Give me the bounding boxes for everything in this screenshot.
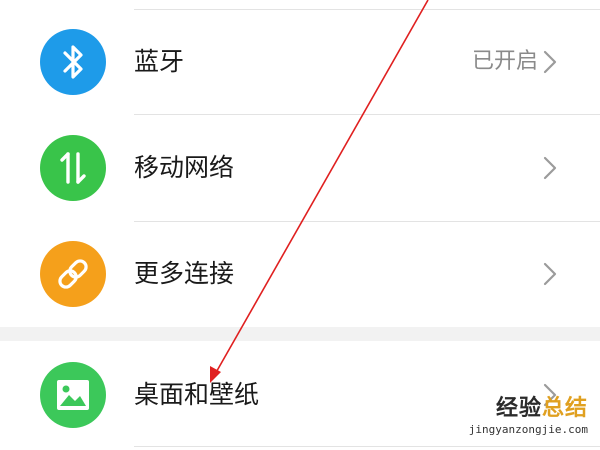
- chevron-right-icon: [543, 262, 557, 286]
- watermark: 经验总结 jingyanzongjie.com: [458, 396, 588, 442]
- desktop-wallpaper-label: 桌面和壁纸: [134, 380, 260, 409]
- more-connections-label: 更多连接: [134, 259, 235, 288]
- bluetooth-label: 蓝牙: [134, 47, 185, 76]
- watermark-title-main: 经验: [495, 396, 542, 421]
- watermark-url: jingyanzongjie.com: [468, 423, 588, 436]
- mobile-network-label: 移动网络: [134, 153, 235, 182]
- settings-screen: 蓝牙 已开启 移动网络 更多连接 桌面和壁纸 经验总结 jingyanzongj…: [0, 0, 600, 450]
- watermark-title-accent: 总结: [541, 396, 588, 421]
- image-icon: [40, 362, 106, 428]
- divider-1: [134, 114, 600, 115]
- link-icon: [40, 241, 106, 307]
- bluetooth-status: 已开启: [471, 49, 538, 74]
- settings-item-bluetooth[interactable]: 蓝牙 已开启: [0, 14, 600, 110]
- top-divider: [134, 9, 600, 10]
- watermark-title: 经验总结: [458, 396, 588, 422]
- settings-item-mobile-network[interactable]: 移动网络: [0, 120, 600, 216]
- chevron-right-icon: [543, 156, 557, 180]
- section-separator: [0, 327, 600, 341]
- divider-bottom: [134, 446, 600, 447]
- chevron-right-icon: [543, 50, 557, 74]
- mobile-data-arrows-icon: [40, 135, 106, 201]
- bluetooth-icon: [40, 29, 106, 95]
- settings-item-more-connections[interactable]: 更多连接: [0, 226, 600, 322]
- divider-2: [134, 221, 600, 222]
